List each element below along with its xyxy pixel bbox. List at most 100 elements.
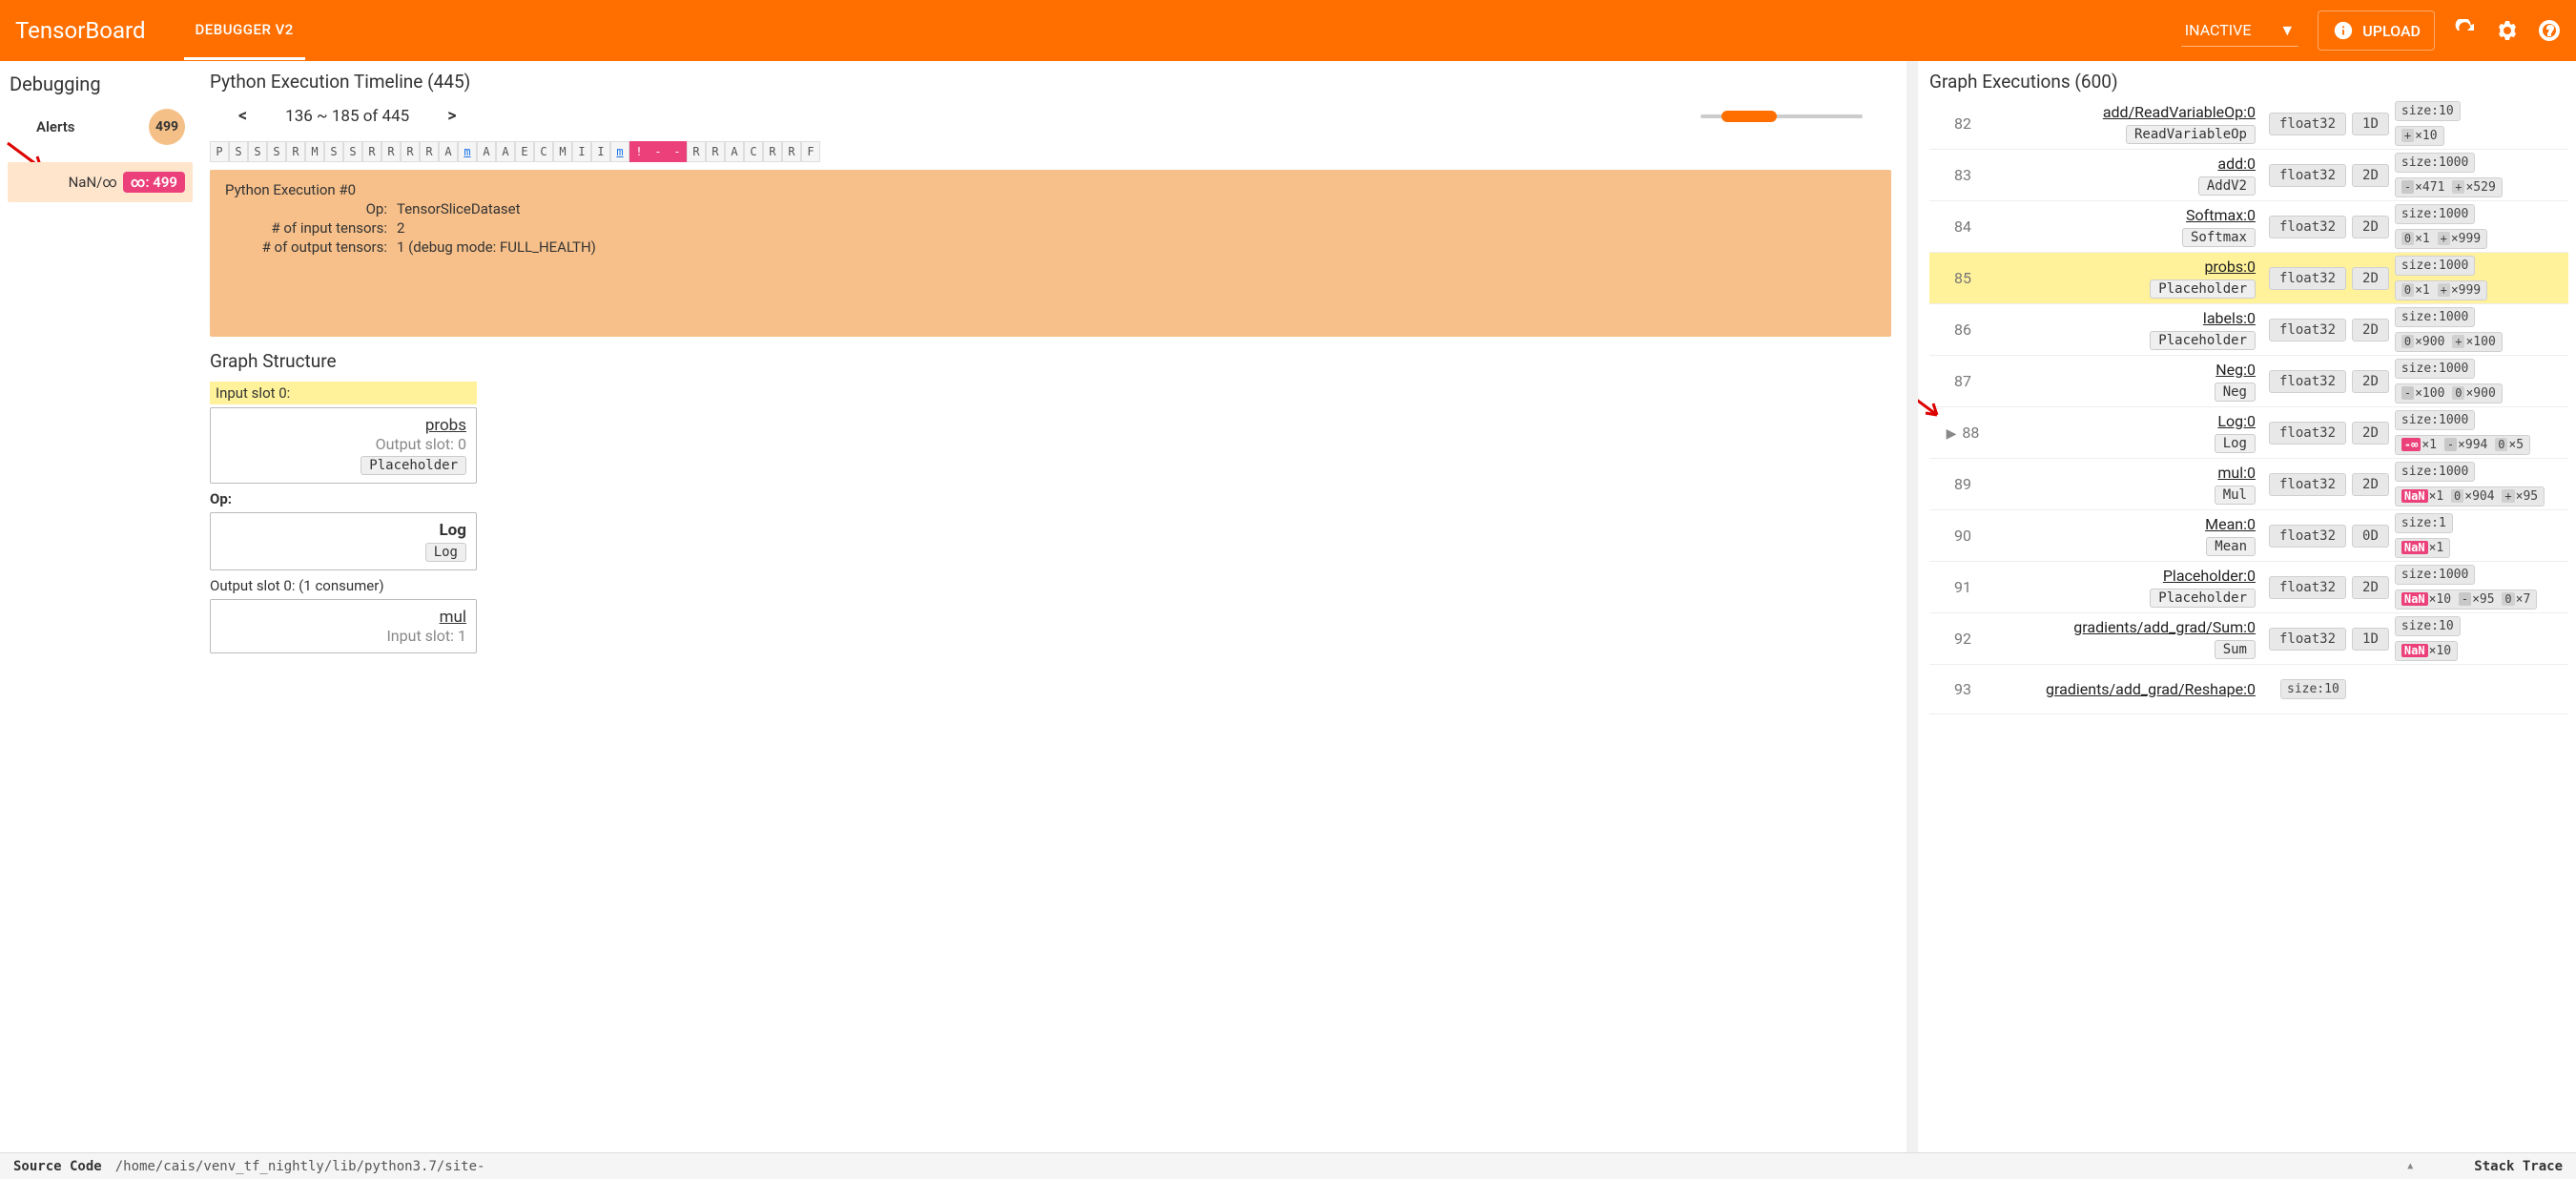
dtype-pill: float32 xyxy=(2269,216,2346,238)
size-box: size:1000 xyxy=(2395,359,2475,379)
op-pill: AddV2 xyxy=(2198,176,2256,196)
caret-up-icon[interactable]: ▲ xyxy=(2407,1161,2413,1171)
timeline-slider[interactable] xyxy=(1700,114,1863,118)
scrollbar-thumb[interactable] xyxy=(1907,61,1917,72)
op-pill: Sum xyxy=(2215,640,2256,659)
graph-exec-row[interactable]: 85probs:0Placeholderfloat322Dsize:10000×… xyxy=(1929,253,2568,304)
timeline-cell[interactable]: S xyxy=(324,141,343,162)
exec-title: Python Execution #0 xyxy=(225,181,1876,198)
timeline-cell[interactable]: C xyxy=(744,141,763,162)
graph-exec-row[interactable]: 82add/ReadVariableOp:0ReadVariableOpfloa… xyxy=(1929,98,2568,150)
chevron-down-icon: ▼ xyxy=(2279,21,2295,40)
tensor-name-link[interactable]: Log:0 xyxy=(2217,412,2256,430)
row-index: 86 xyxy=(1929,321,1996,339)
upload-button[interactable]: UPLOAD xyxy=(2318,10,2435,51)
timeline-next-button[interactable]: > xyxy=(447,106,456,126)
size-box: size:1000 xyxy=(2395,307,2475,327)
op-pill: Softmax xyxy=(2182,228,2256,247)
tensor-name-link[interactable]: Softmax:0 xyxy=(2186,206,2256,224)
timeline-cell[interactable]: - xyxy=(668,141,687,162)
graph-exec-row[interactable]: 86labels:0Placeholderfloat322Dsize:10000… xyxy=(1929,304,2568,356)
alert-nan-badge: ∞: 499 xyxy=(123,172,185,193)
graph-exec-row[interactable]: 93gradients/add_grad/Reshape:0size:10 xyxy=(1929,665,2568,714)
help-icon[interactable] xyxy=(2538,19,2561,42)
row-index: 85 xyxy=(1929,269,1996,287)
timeline-cell[interactable]: m xyxy=(610,141,629,162)
graph-exec-row[interactable]: 84Softmax:0Softmaxfloat322Dsize:10000×1 … xyxy=(1929,201,2568,253)
graph-exec-row[interactable]: 83add:0AddV2float322Dsize:1000-×471 +×52… xyxy=(1929,150,2568,201)
tensor-name-link[interactable]: Mean:0 xyxy=(2205,515,2256,533)
timeline-cell[interactable]: R xyxy=(706,141,725,162)
timeline-cell[interactable]: A xyxy=(496,141,515,162)
timeline-cell[interactable]: - xyxy=(649,141,668,162)
timeline-cell[interactable]: R xyxy=(286,141,305,162)
timeline-cell[interactable]: S xyxy=(343,141,362,162)
tensor-name-link[interactable]: probs:0 xyxy=(2205,258,2256,276)
source-code-label[interactable]: Source Code xyxy=(0,1159,115,1174)
timeline-cell[interactable]: S xyxy=(248,141,267,162)
alert-item-nan[interactable]: NaN/∞ ∞: 499 xyxy=(8,162,193,202)
size-box: size:1000 xyxy=(2395,256,2475,276)
tensor-name-link[interactable]: labels:0 xyxy=(2203,309,2256,327)
tensor-name-link[interactable]: Placeholder:0 xyxy=(2163,567,2256,585)
timeline-cell[interactable]: E xyxy=(515,141,534,162)
tensor-name-link[interactable]: mul:0 xyxy=(2217,464,2256,482)
app-logo[interactable]: TensorBoard xyxy=(15,17,146,44)
stack-trace-label[interactable]: Stack Trace xyxy=(2461,1159,2576,1174)
timeline-prev-button[interactable]: < xyxy=(238,106,247,126)
upload-label: UPLOAD xyxy=(2362,22,2421,40)
timeline-cell[interactable]: S xyxy=(229,141,248,162)
graph-exec-row[interactable]: 91Placeholder:0Placeholderfloat322Dsize:… xyxy=(1929,562,2568,613)
timeline-cell[interactable]: C xyxy=(534,141,553,162)
tab-debugger-v2[interactable]: DEBUGGER V2 xyxy=(184,2,305,60)
timeline-cell[interactable]: M xyxy=(553,141,572,162)
tensor-name-link[interactable]: Neg:0 xyxy=(2215,361,2256,379)
dim-pill: 0D xyxy=(2352,525,2389,548)
input-slot-box[interactable]: probs Output slot: 0 Placeholder xyxy=(210,407,477,484)
size-box: size:1000 xyxy=(2395,153,2475,173)
row-index: 93 xyxy=(1929,680,1996,698)
graph-exec-row[interactable]: 92gradients/add_grad/Sum:0Sumfloat321Dsi… xyxy=(1929,613,2568,665)
timeline-cell[interactable]: I xyxy=(591,141,610,162)
gear-icon[interactable] xyxy=(2496,19,2519,42)
timeline-cell[interactable]: A xyxy=(439,141,458,162)
timeline-cell[interactable]: F xyxy=(801,141,820,162)
op-box[interactable]: Log Log xyxy=(210,512,477,570)
alert-item-label: NaN/∞ xyxy=(69,174,117,191)
stats-box: 0×1 +×999 xyxy=(2395,229,2487,249)
timeline-cell[interactable]: A xyxy=(477,141,496,162)
output-slot-box[interactable]: mul Input slot: 1 xyxy=(210,599,477,653)
timeline-cell[interactable]: P xyxy=(210,141,229,162)
mode-select[interactable]: INACTIVE ▼ xyxy=(2181,15,2298,47)
timeline-cell[interactable]: R xyxy=(420,141,439,162)
tensor-name-link[interactable]: gradients/add_grad/Reshape:0 xyxy=(2046,680,2256,698)
timeline-cell[interactable]: S xyxy=(267,141,286,162)
timeline-strip[interactable]: PSSSRMSSRRRRAmAAECMIIm!--RRACRRF xyxy=(210,141,1891,162)
timeline-cell[interactable]: R xyxy=(381,141,401,162)
refresh-icon[interactable] xyxy=(2454,19,2477,42)
graph-exec-row[interactable]: 87Neg:0Negfloat322Dsize:1000-×100 0×900 xyxy=(1929,356,2568,407)
timeline-cell[interactable]: m xyxy=(458,141,477,162)
graph-exec-row[interactable]: 89mul:0Mulfloat322Dsize:1000NaN×1 0×904 … xyxy=(1929,459,2568,510)
dim-pill: 1D xyxy=(2352,628,2389,651)
sidebar-title: Debugging xyxy=(8,72,193,95)
timeline-cell[interactable]: R xyxy=(763,141,782,162)
op-pill: Mul xyxy=(2215,486,2256,505)
timeline-cell[interactable]: R xyxy=(401,141,420,162)
timeline-cell[interactable]: R xyxy=(362,141,381,162)
tensor-name-link[interactable]: add:0 xyxy=(2217,155,2256,173)
timeline-cell[interactable]: I xyxy=(572,141,591,162)
timeline-cell[interactable]: A xyxy=(725,141,744,162)
op-pill: Mean xyxy=(2206,537,2256,556)
op-pill: Placeholder xyxy=(2150,279,2256,299)
timeline-cell[interactable]: R xyxy=(782,141,801,162)
graph-exec-row[interactable]: 90Mean:0Meanfloat320Dsize:1NaN×1 xyxy=(1929,510,2568,562)
timeline-cell[interactable]: ! xyxy=(629,141,649,162)
tensor-name-link[interactable]: gradients/add_grad/Sum:0 xyxy=(2073,618,2256,636)
graph-exec-row[interactable]: ▶ 88Log:0Logfloat322Dsize:1000-∞×1 -×994… xyxy=(1929,407,2568,459)
op-pill: Placeholder xyxy=(2150,331,2256,350)
graph-structure-title: Graph Structure xyxy=(210,350,1891,372)
timeline-cell[interactable]: R xyxy=(687,141,706,162)
timeline-cell[interactable]: M xyxy=(305,141,324,162)
tensor-name-link[interactable]: add/ReadVariableOp:0 xyxy=(2103,103,2256,121)
